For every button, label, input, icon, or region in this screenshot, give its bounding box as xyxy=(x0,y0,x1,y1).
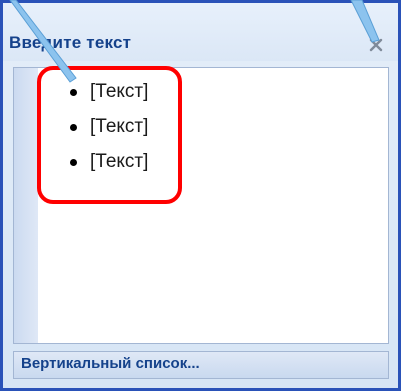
layout-name-link[interactable]: Вертикальный список... xyxy=(13,351,389,379)
bullet-item-text[interactable]: [Текст] xyxy=(90,81,148,102)
bullet-dot-icon xyxy=(70,89,77,96)
bullet-item[interactable]: [Текст] xyxy=(70,74,148,109)
bullet-item[interactable]: [Текст] xyxy=(70,109,148,144)
pane-title-bar: Введите текст xyxy=(3,3,398,61)
bullet-item[interactable]: [Текст] xyxy=(70,144,148,179)
text-pane: Введите текст [Текст] [Текст] [Текст] Ве… xyxy=(3,3,398,388)
bullet-list: [Текст] [Текст] [Текст] xyxy=(70,74,148,179)
bullet-item-text[interactable]: [Текст] xyxy=(90,116,148,137)
bullet-dot-icon xyxy=(70,124,77,131)
text-editor[interactable]: [Текст] [Текст] [Текст] xyxy=(13,67,389,344)
layout-name-label: Вертикальный список... xyxy=(21,355,200,372)
close-button[interactable] xyxy=(365,33,387,55)
editor-gutter xyxy=(14,68,38,343)
bullet-item-text[interactable]: [Текст] xyxy=(90,151,148,172)
bullet-dot-icon xyxy=(70,159,77,166)
close-icon xyxy=(369,38,383,52)
pane-title: Введите текст xyxy=(9,33,132,52)
